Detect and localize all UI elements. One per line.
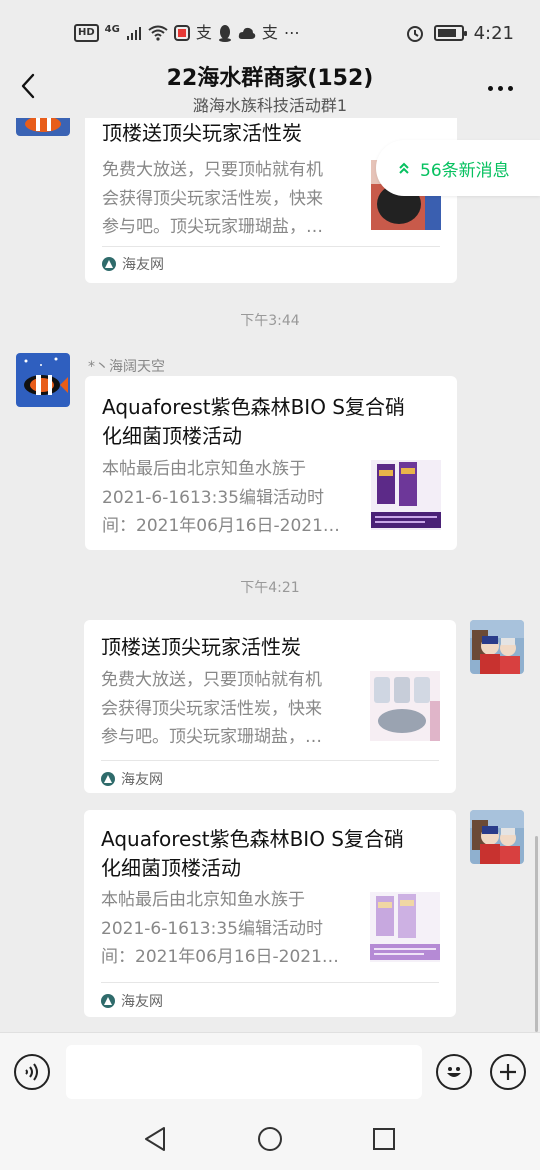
haiyouwang-logo-icon <box>101 994 115 1008</box>
emoji-icon <box>447 1067 461 1077</box>
alipay-icon: 支 <box>195 23 212 42</box>
plus-button[interactable] <box>490 1054 526 1090</box>
card-description: 本帖最后由北京知鱼水族于 2021-6-1613:35编辑活动时 间：2021年… <box>102 459 340 536</box>
avatar[interactable] <box>470 620 524 674</box>
input-bar <box>0 1032 540 1108</box>
system-back-button[interactable] <box>138 1122 172 1156</box>
status-bar: HD 4G 支 支 ⋯ 4:21 <box>0 0 540 64</box>
avatar[interactable] <box>470 810 524 864</box>
user-photo-icon <box>470 810 524 864</box>
haiyouwang-logo-icon <box>101 772 115 786</box>
alipay-icon-2: 支 <box>261 23 278 42</box>
card-title: 顶楼送顶尖玩家活性炭 <box>101 635 301 659</box>
status-icons-left: HD 4G 支 支 ⋯ <box>74 20 300 46</box>
sender-name: *丶海阔天空 <box>88 359 165 375</box>
square-recent-icon <box>373 1128 395 1150</box>
card-thumbnail <box>370 892 440 962</box>
message-input[interactable] <box>66 1045 422 1099</box>
card-description: 本帖最后由北京知鱼水族于 2021-6-1613:35编辑活动时 间：2021年… <box>101 890 339 967</box>
emoji-button[interactable] <box>436 1054 472 1090</box>
message-list[interactable]: 顶楼送顶尖玩家活性炭 免费大放送，只要顶帖就有机 会获得顶尖玩家活性炭，快来 参… <box>0 118 540 1032</box>
cloud-icon <box>238 27 256 39</box>
timestamp: 下午3:44 <box>240 313 300 329</box>
card-divider <box>101 760 439 761</box>
voice-icon <box>25 1063 38 1081</box>
signal-icon <box>126 27 141 40</box>
circle-home-icon <box>258 1127 282 1151</box>
system-navigation-bar <box>0 1108 540 1170</box>
battery-icon <box>433 25 467 41</box>
clownfish-icon <box>25 118 61 132</box>
card-source: 海友网 <box>102 254 164 274</box>
battery-level <box>437 29 457 37</box>
card-description: 免费大放送，只要顶帖就有机 会获得顶尖玩家活性炭，快来 参与吧。顶尖玩家珊瑚盐，… <box>101 670 322 747</box>
card-divider <box>102 246 440 247</box>
link-card[interactable]: 顶楼送顶尖玩家活性炭 免费大放送，只要顶帖就有机 会获得顶尖玩家活性炭，快来 参… <box>84 620 456 793</box>
more-dots-icon[interactable] <box>480 70 520 106</box>
timestamp: 下午4:21 <box>240 580 300 596</box>
app-notification-icon <box>173 25 190 41</box>
voice-button[interactable] <box>14 1054 50 1090</box>
card-description: 免费大放送，只要顶帖就有机 会获得顶尖玩家活性炭，快来 参与吧。顶尖玩家珊瑚盐，… <box>102 160 323 237</box>
card-thumbnail <box>371 460 441 530</box>
user-photo-icon <box>470 620 524 674</box>
chat-subtitle: 潞海水族科技活动群1 <box>192 96 348 115</box>
qq-icon <box>218 25 231 42</box>
scrollbar[interactable] <box>535 836 538 1032</box>
more-notifications-icon: ⋯ <box>283 23 300 42</box>
triangle-back-icon <box>145 1127 165 1151</box>
hd-badge: HD <box>74 24 99 42</box>
chat-header: 22海水群商家(152) 潞海水族科技活动群1 <box>0 58 540 118</box>
chat-title: 22海水群商家(152) <box>166 66 374 91</box>
link-card[interactable]: Aquaforest紫色森林BIO S复合硝 化细菌顶楼活动 本帖最后由北京知鱼… <box>85 376 457 550</box>
card-divider <box>101 982 439 983</box>
alarm-icon <box>406 26 423 42</box>
system-home-button[interactable] <box>253 1122 287 1156</box>
avatar[interactable] <box>16 118 70 136</box>
system-recent-button[interactable] <box>367 1122 401 1156</box>
clock: 4:21 <box>473 22 514 44</box>
card-source: 海友网 <box>101 991 163 1011</box>
status-icons-right: 4:21 <box>406 20 514 46</box>
haiyouwang-logo-icon <box>102 257 116 271</box>
avatar[interactable] <box>16 353 70 407</box>
plus-icon <box>500 1064 516 1080</box>
card-title: Aquaforest紫色森林BIO S复合硝 化细菌顶楼活动 <box>102 395 405 448</box>
network-type: 4G <box>104 23 120 35</box>
link-card[interactable]: Aquaforest紫色森林BIO S复合硝 化细菌顶楼活动 本帖最后由北京知鱼… <box>84 810 456 1017</box>
new-messages-label: 56条新消息 <box>420 160 510 181</box>
card-title: Aquaforest紫色森林BIO S复合硝 化细菌顶楼活动 <box>101 827 404 880</box>
double-chevron-up-icon <box>399 162 409 174</box>
wifi-icon <box>148 25 168 41</box>
clownfish-icon <box>24 357 68 395</box>
card-source: 海友网 <box>101 769 163 789</box>
card-thumbnail <box>370 671 440 741</box>
new-messages-button[interactable]: 56条新消息 <box>376 140 540 196</box>
